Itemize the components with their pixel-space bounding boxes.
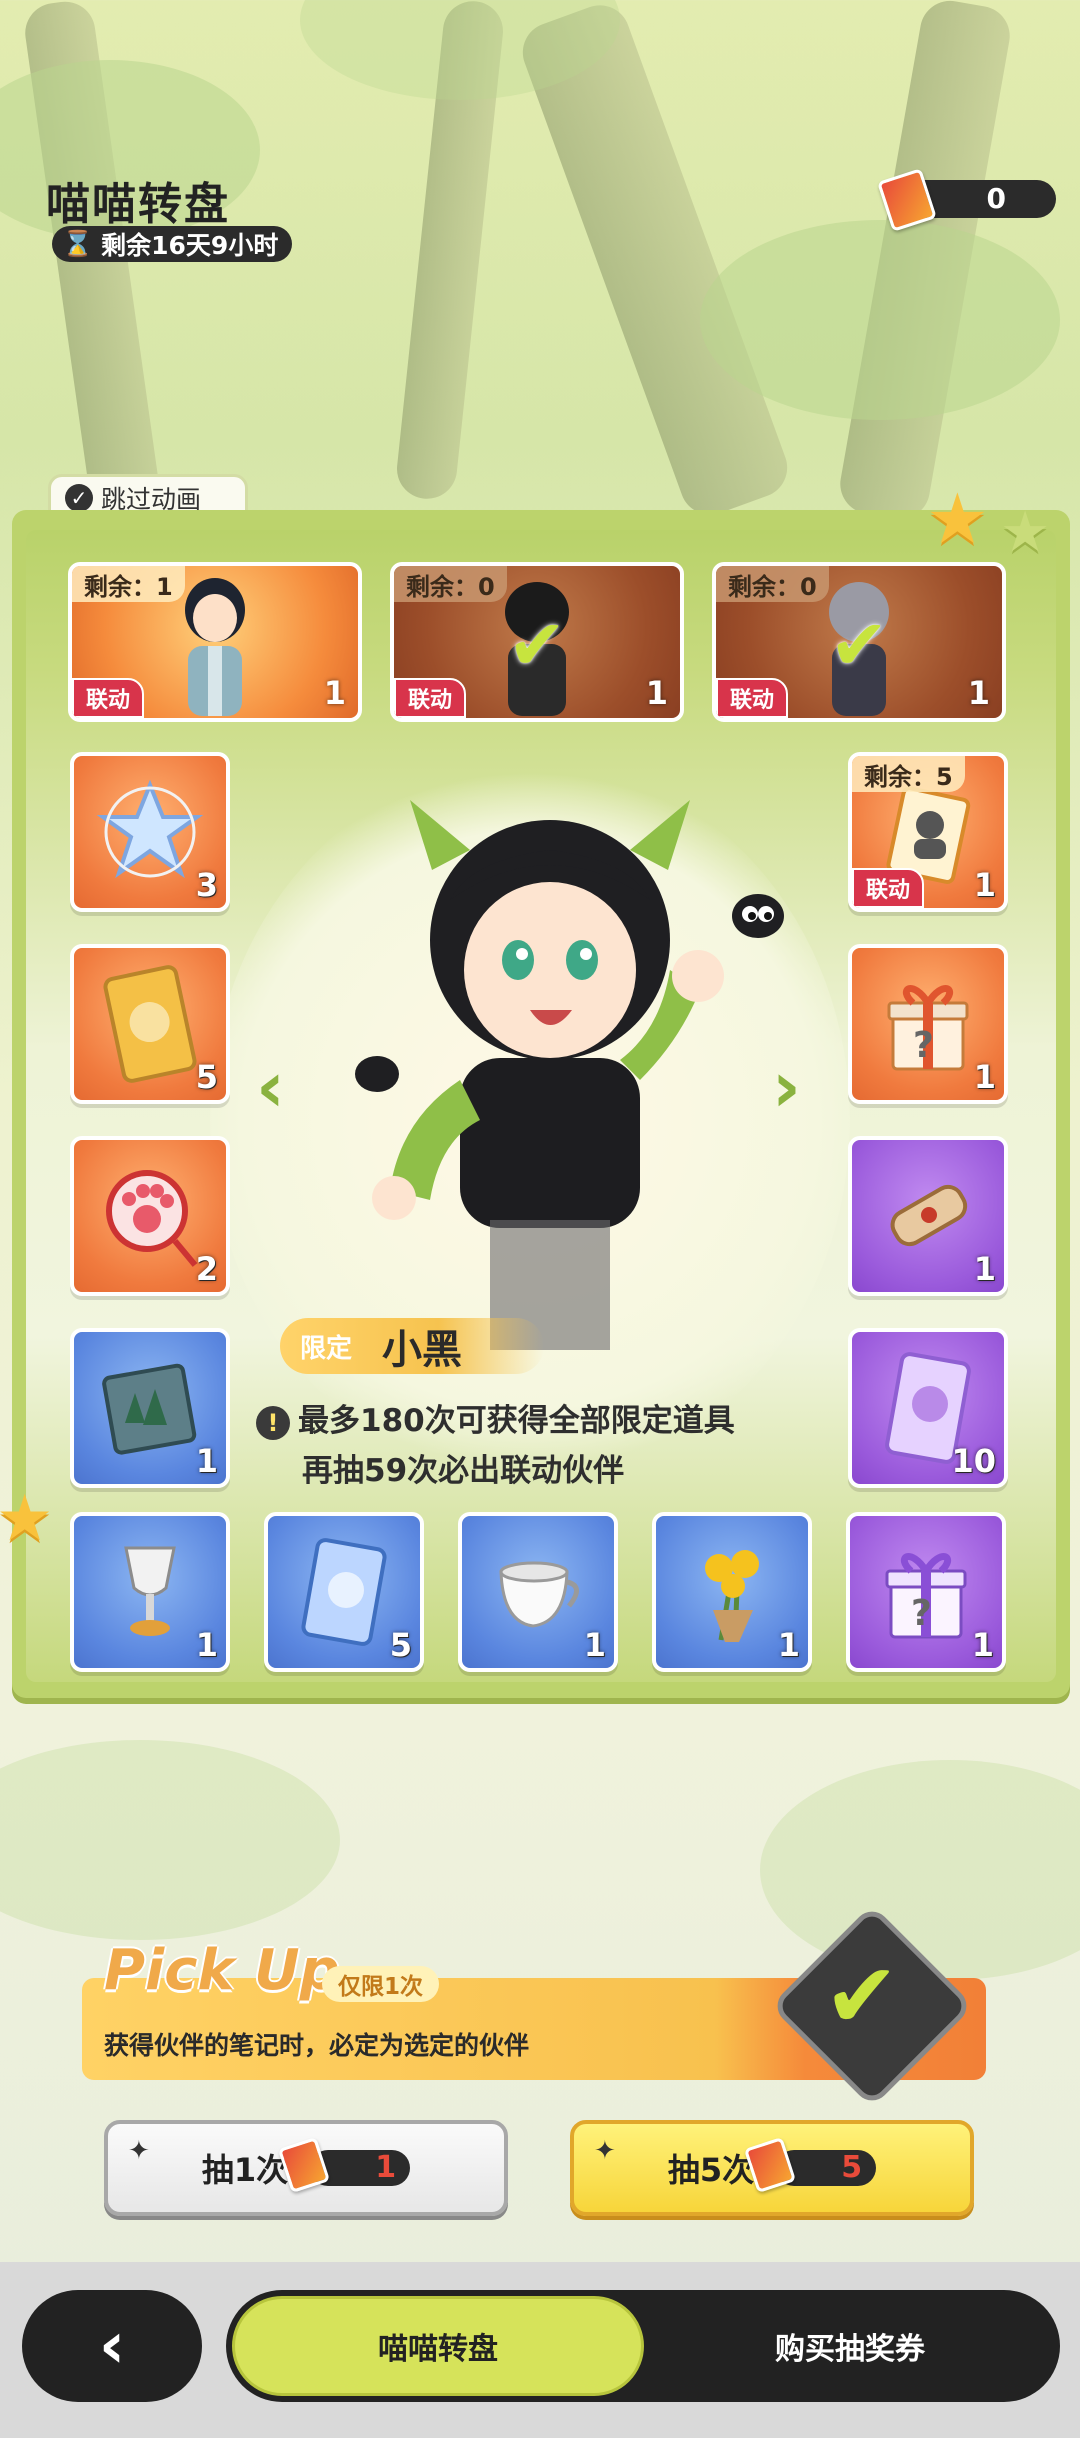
partner-name-tag: 限定 小黑 bbox=[280, 1318, 544, 1374]
svg-text:?: ? bbox=[913, 1025, 934, 1066]
reward-tile-purple-gift[interactable]: ? 1 bbox=[846, 1512, 1006, 1672]
ticket-count: 0 bbox=[986, 182, 1006, 215]
reward-tile-paw-mirror[interactable]: 2 bbox=[70, 1136, 230, 1296]
event-timer: ⌛ 剩余16天9小时 bbox=[52, 226, 293, 262]
svg-text:?: ? bbox=[911, 1593, 932, 1634]
crystal-icon bbox=[96, 779, 204, 879]
blue-card-icon bbox=[301, 1538, 387, 1646]
cat-card-icon bbox=[103, 965, 197, 1083]
obtained-check-icon: ✔ bbox=[829, 604, 889, 686]
item-count: 2 bbox=[195, 1250, 218, 1288]
next-partner-arrow[interactable]: › bbox=[772, 1046, 801, 1128]
draw-five-button[interactable]: ✦ 抽5次 5 bbox=[570, 2120, 974, 2216]
checkbox-icon: ✓ bbox=[65, 484, 93, 512]
item-count: 1 bbox=[971, 1626, 994, 1664]
item-count: 1 bbox=[777, 1626, 800, 1664]
prev-partner-arrow[interactable]: ‹ bbox=[256, 1046, 285, 1128]
collab-tag: 联动 bbox=[394, 678, 467, 718]
foliage bbox=[700, 220, 1060, 420]
featured-partner-2[interactable]: ✔ 剩余：0 联动 1 bbox=[390, 562, 684, 722]
tab-roulette[interactable]: 喵喵转盘 bbox=[232, 2296, 644, 2396]
draw-notice: ! 最多180次可获得全部限定道具 再抽59次必出联动伙伴 bbox=[256, 1396, 735, 1496]
sparkle-icon: ✦ bbox=[128, 2136, 150, 2166]
reward-tile-blue-card[interactable]: 5 bbox=[264, 1512, 424, 1672]
selected-check-icon: ✔ bbox=[824, 1944, 900, 2049]
teacup-icon bbox=[499, 1561, 579, 1628]
reward-tile-teacup[interactable]: 1 bbox=[458, 1512, 618, 1672]
reward-tile-flower-bouquet[interactable]: 1 bbox=[652, 1512, 812, 1672]
item-count: 1 bbox=[973, 866, 996, 904]
back-button[interactable]: ‹ bbox=[22, 2290, 202, 2402]
pickup-title: Pick Up bbox=[104, 1938, 340, 2003]
obtained-check-icon: ✔ bbox=[507, 604, 567, 686]
item-count: 3 bbox=[195, 866, 218, 904]
reward-tile-crystal[interactable]: 3 bbox=[70, 752, 230, 912]
sparkle-icon: ✦ bbox=[594, 2136, 616, 2166]
timer-text: 剩余16天9小时 bbox=[101, 231, 279, 260]
item-count: 1 bbox=[973, 1250, 996, 1288]
item-count: 10 bbox=[951, 1442, 996, 1480]
page-title: 喵喵转盘 bbox=[46, 179, 230, 230]
ticket-balance[interactable]: 0 bbox=[877, 168, 1056, 232]
tab-buy-tickets[interactable]: 购买抽奖券 bbox=[660, 2296, 1040, 2396]
remain-badge: 剩余：5 bbox=[852, 756, 965, 792]
item-count: 1 bbox=[195, 1626, 218, 1664]
forest-book-icon bbox=[102, 1363, 197, 1455]
reward-tile-forest-book[interactable]: 1 bbox=[70, 1328, 230, 1488]
item-count: 1 bbox=[973, 1058, 996, 1096]
goblet-icon bbox=[124, 1546, 176, 1636]
partner-name: 小黑 bbox=[382, 1327, 462, 1373]
draw-once-cost: 1 bbox=[278, 2136, 411, 2194]
draw-once-label: 抽1次 bbox=[201, 2151, 289, 2189]
draw-five-label: 抽5次 bbox=[667, 2151, 755, 2189]
back-arrow-icon: ‹ bbox=[98, 2309, 126, 2383]
collab-tag: 联动 bbox=[852, 868, 925, 908]
featured-partner-3[interactable]: ✔ 剩余：0 联动 1 bbox=[712, 562, 1006, 722]
hourglass-icon: ⌛ bbox=[62, 229, 94, 258]
item-count: 1 bbox=[323, 674, 346, 712]
exclamation-icon: ! bbox=[256, 1405, 290, 1440]
item-count: 5 bbox=[389, 1626, 412, 1664]
notice-line-2: 再抽59次必出联动伙伴 bbox=[302, 1453, 625, 1489]
collab-tag: 联动 bbox=[72, 678, 145, 718]
draw-five-cost: 5 bbox=[744, 2136, 877, 2194]
soot-sprite-icon bbox=[732, 894, 784, 938]
limited-label: 限定 bbox=[299, 1333, 352, 1364]
paw-mirror-icon bbox=[106, 1170, 198, 1267]
reward-tile-cat-card[interactable]: 5 bbox=[70, 944, 230, 1104]
notice-line-1: 最多180次可获得全部限定道具 bbox=[298, 1403, 735, 1439]
item-count: 1 bbox=[645, 674, 668, 712]
remain-badge: 剩余：1 bbox=[72, 566, 185, 602]
flower-bouquet-icon bbox=[705, 1550, 759, 1642]
remain-badge: 剩余：0 bbox=[394, 566, 507, 602]
pickup-limit-tag: 仅限1次 bbox=[322, 1966, 440, 2002]
foliage bbox=[760, 1760, 1080, 1980]
partner-portrait-icon bbox=[185, 578, 245, 716]
scroll-icon bbox=[890, 1184, 968, 1247]
gift-box-icon: ? bbox=[887, 985, 969, 1071]
item-count: 1 bbox=[583, 1626, 606, 1664]
featured-partner-1[interactable]: 剩余：1 联动 1 bbox=[68, 562, 362, 722]
cost-value: 1 bbox=[375, 2150, 397, 2185]
pickup-description: 获得伙伴的笔记时，必定为选定的伙伴 bbox=[104, 2031, 530, 2060]
reward-tile-mystery-note[interactable]: 剩余：5 联动 1 bbox=[848, 752, 1008, 912]
star-decoration-icon: ★ bbox=[926, 478, 989, 560]
foliage bbox=[0, 1740, 340, 1940]
star-decoration-icon: ★ bbox=[0, 1482, 54, 1556]
item-count: 5 bbox=[195, 1058, 218, 1096]
reward-tile-scroll[interactable]: 1 bbox=[848, 1136, 1008, 1296]
cost-value: 5 bbox=[841, 2150, 863, 2185]
reward-tile-gift-box[interactable]: ? 1 bbox=[848, 944, 1008, 1104]
draw-once-button[interactable]: ✦ 抽1次 1 bbox=[104, 2120, 508, 2216]
remain-badge: 剩余：0 bbox=[716, 566, 829, 602]
reward-tile-purple-card[interactable]: 10 bbox=[848, 1328, 1008, 1488]
purple-gift-icon: ? bbox=[885, 1553, 967, 1639]
reward-tile-goblet[interactable]: 1 bbox=[70, 1512, 230, 1672]
star-decoration-icon: ★ bbox=[1000, 500, 1051, 565]
item-count: 1 bbox=[195, 1442, 218, 1480]
small-soot-icon bbox=[355, 1056, 399, 1092]
item-count: 1 bbox=[967, 674, 990, 712]
partner-character-illustration bbox=[372, 800, 724, 1350]
collab-tag: 联动 bbox=[716, 678, 789, 718]
